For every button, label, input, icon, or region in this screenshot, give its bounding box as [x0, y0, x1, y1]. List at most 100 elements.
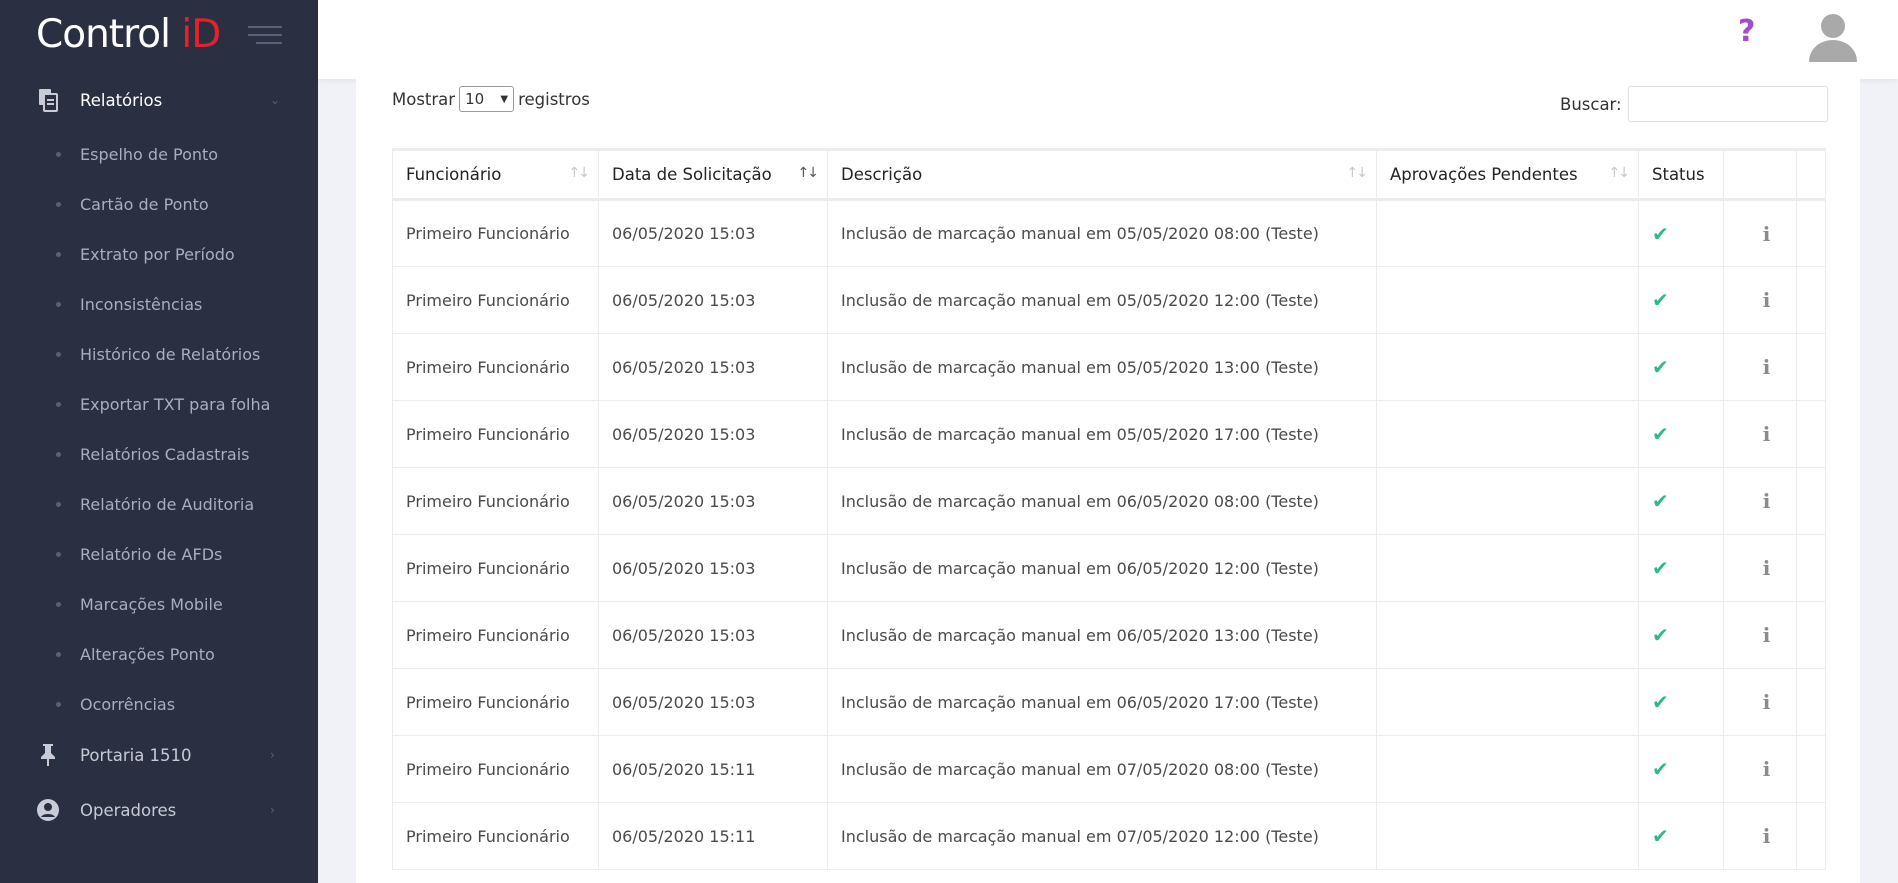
sidebar-subitem[interactable]: Relatórios Cadastrais [0, 437, 318, 471]
check-icon: ✔ [1652, 556, 1669, 580]
cell-date: 06/05/2020 15:03 [598, 668, 828, 736]
sidebar-subitem[interactable]: Marcações Mobile [0, 587, 318, 621]
table-row: Primeiro Funcionário 06/05/2020 15:11 Incl… [392, 735, 1826, 803]
cell-extra [1796, 802, 1826, 870]
info-icon[interactable]: i [1737, 489, 1796, 513]
sidebar-subitem[interactable]: Histórico de Relatórios [0, 337, 318, 371]
pushpin-icon [36, 743, 60, 767]
cell-description: Inclusão de marcação manual em 05/05/202… [827, 333, 1377, 401]
info-icon[interactable]: i [1737, 556, 1796, 580]
search-input[interactable] [1627, 86, 1828, 122]
bullet-dot-icon [56, 201, 61, 207]
info-icon[interactable]: i [1737, 355, 1796, 379]
avatar[interactable] [1805, 8, 1861, 64]
sidebar-subitem[interactable]: Relatório de AFDs [0, 537, 318, 571]
sort-icon: ↑↓ [568, 165, 591, 181]
cell-status: ✔ [1638, 735, 1724, 803]
cell-status: ✔ [1638, 199, 1724, 267]
bullet-dot-icon [56, 401, 61, 407]
table-row: Primeiro Funcionário 06/05/2020 15:11 Incl… [392, 802, 1826, 870]
chevron-right-icon: › [270, 748, 275, 762]
column-header-aprovacoes[interactable]: Aprovações Pendentes ↑↓ [1376, 148, 1639, 201]
cell-description: Inclusão de marcação manual em 06/05/202… [827, 601, 1377, 669]
cell-date: 06/05/2020 15:03 [598, 534, 828, 602]
column-header-label: Data de Solicitação [612, 165, 772, 184]
info-icon[interactable]: i [1737, 222, 1796, 246]
sidebar-subitem-label: Alterações Ponto [80, 644, 215, 664]
requests-table: Funcionário ↑↓ Data de Solicitação ↑↓ Desc… [392, 148, 1826, 870]
sidebar-subitem[interactable]: Espelho de Ponto [0, 137, 318, 171]
column-header-funcionario[interactable]: Funcionário ↑↓ [392, 148, 599, 201]
info-icon[interactable]: i [1737, 422, 1796, 446]
sidebar-subitem-label: Relatórios Cadastrais [80, 444, 250, 464]
brand-name: Control [36, 12, 182, 57]
sidebar-subitem-label: Extrato por Período [80, 244, 235, 264]
cell-status: ✔ [1638, 534, 1724, 602]
nav-section-portaria[interactable]: Portaria 1510 › [0, 731, 318, 779]
sidebar-subitem[interactable]: Inconsistências [0, 287, 318, 321]
cell-extra [1796, 735, 1826, 803]
cell-employee: Primeiro Funcionário [392, 601, 599, 669]
sidebar-subitem-label: Histórico de Relatórios [80, 344, 261, 364]
nav-section-label: Relatórios [80, 90, 163, 110]
sidebar-subitem[interactable]: Ocorrências [0, 687, 318, 721]
cell-actions: i [1723, 400, 1797, 468]
cell-employee: Primeiro Funcionário [392, 266, 599, 334]
user-circle-icon [36, 798, 60, 822]
page-length-select[interactable]: 10 ▼ [459, 86, 515, 112]
cell-extra [1796, 601, 1826, 669]
sidebar-subitem[interactable]: Alterações Ponto [0, 637, 318, 671]
sidebar-subitem[interactable]: Exportar TXT para folha [0, 387, 318, 421]
cell-extra [1796, 333, 1826, 401]
cell-pending [1376, 467, 1639, 535]
cell-employee: Primeiro Funcionário [392, 333, 599, 401]
cell-extra [1796, 199, 1826, 267]
cell-status: ✔ [1638, 601, 1724, 669]
cell-pending [1376, 601, 1639, 669]
info-icon[interactable]: i [1737, 623, 1796, 647]
column-header-label: Funcionário [406, 165, 502, 184]
page-length-control: Mostrar 10 ▼ registros [392, 86, 590, 112]
check-icon: ✔ [1652, 824, 1669, 848]
brand-logo[interactable]: Control iD [36, 12, 221, 57]
sidebar: Control iD Relatórios ⌄ Espelho de Ponto… [0, 0, 318, 883]
check-icon: ✔ [1652, 288, 1669, 312]
sidebar-subitem-label: Exportar TXT para folha [80, 394, 271, 414]
cell-status: ✔ [1638, 802, 1724, 870]
cell-pending [1376, 534, 1639, 602]
page-length-value: 10 [465, 90, 485, 108]
sidebar-subitem[interactable]: Extrato por Período [0, 237, 318, 271]
cell-actions: i [1723, 802, 1797, 870]
cell-description: Inclusão de marcação manual em 05/05/202… [827, 400, 1377, 468]
nav-section-operadores[interactable]: Operadores › [0, 786, 318, 834]
cell-employee: Primeiro Funcionário [392, 400, 599, 468]
bullet-dot-icon [56, 301, 61, 307]
cell-actions: i [1723, 467, 1797, 535]
column-header-data[interactable]: Data de Solicitação ↑↓ [598, 148, 828, 201]
column-header-descricao[interactable]: Descrição ↑↓ [827, 148, 1377, 201]
table-row: Primeiro Funcionário 06/05/2020 15:03 Incl… [392, 333, 1826, 401]
info-icon[interactable]: i [1737, 690, 1796, 714]
cell-actions: i [1723, 735, 1797, 803]
cell-pending [1376, 668, 1639, 736]
cell-employee: Primeiro Funcionário [392, 199, 599, 267]
menu-toggle-icon[interactable] [248, 26, 282, 46]
table-header-row: Funcionário ↑↓ Data de Solicitação ↑↓ Desc… [392, 148, 1826, 201]
search-control: Buscar: [1560, 86, 1828, 122]
bullet-dot-icon [56, 351, 61, 357]
cell-employee: Primeiro Funcionário [392, 802, 599, 870]
cell-pending [1376, 199, 1639, 267]
help-icon[interactable]: ? [1738, 14, 1755, 49]
info-icon[interactable]: i [1737, 757, 1796, 781]
cell-status: ✔ [1638, 266, 1724, 334]
sidebar-subitem-label: Relatório de Auditoria [80, 494, 255, 514]
info-icon[interactable]: i [1737, 288, 1796, 312]
nav-section-relatorios[interactable]: Relatórios ⌄ [0, 76, 318, 124]
cell-status: ✔ [1638, 400, 1724, 468]
sidebar-subitem[interactable]: Cartão de Ponto [0, 187, 318, 221]
bullet-dot-icon [56, 151, 61, 157]
check-icon: ✔ [1652, 757, 1669, 781]
info-icon[interactable]: i [1737, 824, 1796, 848]
table-row: Primeiro Funcionário 06/05/2020 15:03 Incl… [392, 534, 1826, 602]
sidebar-subitem[interactable]: Relatório de Auditoria [0, 487, 318, 521]
